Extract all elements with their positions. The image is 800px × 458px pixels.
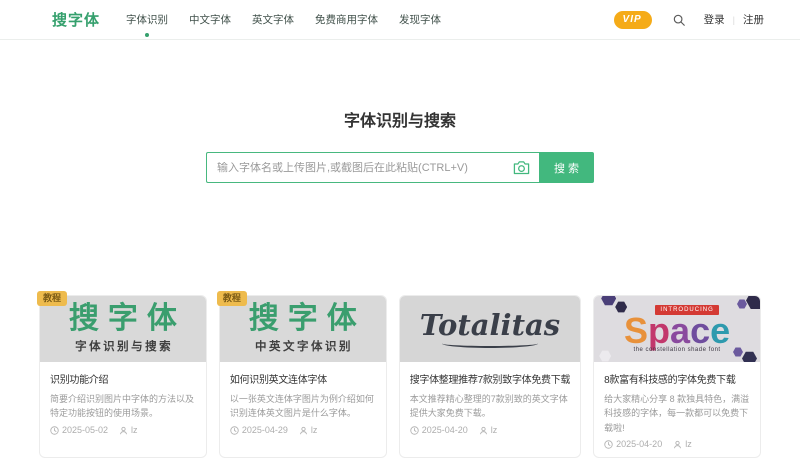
nav-item-free-commercial-fonts[interactable]: 免费商用字体 <box>315 9 378 30</box>
card-meta: 2025-04-20 lz <box>409 425 570 435</box>
brand-logo[interactable]: 搜字体 <box>52 9 100 30</box>
active-indicator-dot <box>145 33 150 37</box>
card-body: 识别功能介绍 简要介绍识别图片中字体的方法以及特定功能按钮的使用场景。 2025… <box>40 362 206 443</box>
card-body: 如何识别英文连体字体 以一张英文连体字图片为例介绍如何识别连体英文图片是什么字体… <box>220 362 386 443</box>
navbar-right: VIP 登录 | 注册 <box>613 10 764 29</box>
hexagon-decoration <box>746 296 760 310</box>
space-letter: p <box>648 309 671 351</box>
font-search-box: 搜 索 <box>206 152 594 183</box>
clock-icon <box>230 425 239 435</box>
author-group: lz <box>299 425 318 435</box>
author-text: lz <box>310 425 318 435</box>
auth-links: 登录 | 注册 <box>704 12 764 27</box>
page-title: 字体识别与搜索 <box>343 113 456 130</box>
space-letter: S <box>624 309 649 351</box>
space-word: Space <box>624 312 730 348</box>
card-description: 简要介绍识别图片中字体的方法以及特定功能按钮的使用场景。 <box>50 394 195 419</box>
upload-image-button[interactable] <box>513 160 530 175</box>
nav-item-font-recognition[interactable]: 字体识别 <box>126 9 169 37</box>
date-text: 2025-04-29 <box>241 425 288 435</box>
card-meta: 2025-04-29 lz <box>230 425 376 435</box>
user-icon <box>299 426 308 435</box>
author-text: lz <box>131 425 138 435</box>
article-card-7-fonts-download[interactable]: Totalitas 搜字体整理推荐7款别致字体免费下载 本文推荐精心整理的7款别… <box>398 295 582 458</box>
card-thumbnail: INTRODUCING Space the constellation shad… <box>594 296 760 362</box>
author-group: lz <box>673 439 692 449</box>
article-card-grid: 教程 搜字体 字体识别与搜索 识别功能介绍 简要介绍识别图片中字体的方法以及特定… <box>37 291 761 458</box>
date-text: 2025-04-20 <box>421 425 468 435</box>
card-description: 给大家精心分享 8 款独具特色，满溢科技感的字体，每一款都可以免费下载啦! <box>604 394 750 433</box>
clock-icon <box>50 425 59 435</box>
space-letter: a <box>670 309 691 351</box>
user-icon <box>673 440 682 449</box>
thumb-brand-text: 搜字体 <box>248 302 366 335</box>
search-icon <box>673 14 685 26</box>
hexagon-decoration <box>737 299 747 309</box>
author-text: lz <box>490 425 498 435</box>
user-icon <box>479 426 488 435</box>
hexagon-decoration <box>599 350 612 362</box>
nav-item-label: 发现字体 <box>399 14 442 26</box>
nav-item-chinese-fonts[interactable]: 中文字体 <box>189 9 231 30</box>
author-group: lz <box>119 425 138 435</box>
space-tagline: the constellation shade font <box>633 347 721 354</box>
tutorial-badge: 教程 <box>37 291 68 306</box>
date-text: 2025-05-02 <box>62 425 109 435</box>
space-intro-label: INTRODUCING <box>655 304 719 315</box>
card-title[interactable]: 8款富有科技感的字体免费下载 <box>604 371 750 386</box>
script-flourish-decoration <box>441 339 538 348</box>
clock-icon <box>604 439 613 449</box>
card-meta: 2025-05-02 lz <box>50 425 196 435</box>
date-text: 2025-04-20 <box>616 439 663 450</box>
card-body: 8款富有科技感的字体免费下载 给大家精心分享 8 款独具特色，满溢科技感的字体，… <box>594 362 760 457</box>
card-description: 以一张英文连体字图片为例介绍如何识别连体英文图片是什么字体。 <box>229 394 374 419</box>
nav-item-discover-fonts[interactable]: 发现字体 <box>399 9 441 30</box>
user-icon <box>119 426 128 435</box>
hexagon-decoration <box>601 296 617 306</box>
space-letter: c <box>690 309 711 351</box>
auth-divider: | <box>732 14 735 25</box>
thumb-caption: 字体识别与搜索 <box>75 341 174 353</box>
vip-badge[interactable]: VIP <box>613 10 652 29</box>
hexagon-decoration <box>742 351 757 362</box>
font-search-input[interactable] <box>207 161 513 174</box>
card-title[interactable]: 识别功能介绍 <box>50 371 196 386</box>
clock-icon <box>409 425 419 435</box>
login-link[interactable]: 登录 <box>704 12 725 27</box>
card-title[interactable]: 如何识别英文连体字体 <box>230 371 376 386</box>
article-card-recognition-intro[interactable]: 教程 搜字体 字体识别与搜索 识别功能介绍 简要介绍识别图片中字体的方法以及特定… <box>37 291 207 458</box>
author-text: lz <box>685 439 692 450</box>
register-link[interactable]: 注册 <box>743 12 764 27</box>
nav-item-label: 英文字体 <box>252 14 295 26</box>
card-thumbnail: Totalitas <box>399 296 581 362</box>
nav-item-label: 免费商用字体 <box>315 14 379 26</box>
navbar: 搜字体 字体识别 中文字体 英文字体 免费商用字体 发现字体 VIP 登录 | … <box>0 0 800 40</box>
thumb-brand-text: 搜字体 <box>68 302 186 335</box>
camera-icon <box>513 161 530 175</box>
nav-search-button[interactable] <box>672 13 686 27</box>
card-body: 搜字体整理推荐7款别致字体免费下载 本文推荐精心整理的7款别致的英文字体提供大家… <box>400 362 580 443</box>
card-thumbnail: 搜字体 字体识别与搜索 <box>40 296 206 362</box>
nav-item-label: 字体识别 <box>126 14 169 26</box>
hexagon-decoration <box>733 347 743 357</box>
nav-item-english-fonts[interactable]: 英文字体 <box>252 9 294 30</box>
author-group: lz <box>479 425 498 435</box>
card-description: 本文推荐精心整理的7款别致的英文字体提供大家免费下载。 <box>409 394 568 419</box>
search-field <box>206 152 539 183</box>
card-title[interactable]: 搜字体整理推荐7款别致字体免费下载 <box>410 371 570 386</box>
search-button[interactable]: 搜 索 <box>539 152 594 183</box>
article-card-cursive-english[interactable]: 教程 搜字体 中英文字体识别 如何识别英文连体字体 以一张英文连体字图片为例介绍… <box>216 291 387 458</box>
space-letter: e <box>710 309 731 351</box>
card-meta: 2025-04-20 lz <box>604 439 750 449</box>
thumb-caption: 中英文字体识别 <box>255 341 354 353</box>
article-card-tech-fonts-download[interactable]: INTRODUCING Space the constellation shad… <box>593 295 761 458</box>
thumb-script-text: Totalitas <box>419 307 561 342</box>
tutorial-badge: 教程 <box>216 291 247 306</box>
nav-item-label: 中文字体 <box>189 14 232 26</box>
